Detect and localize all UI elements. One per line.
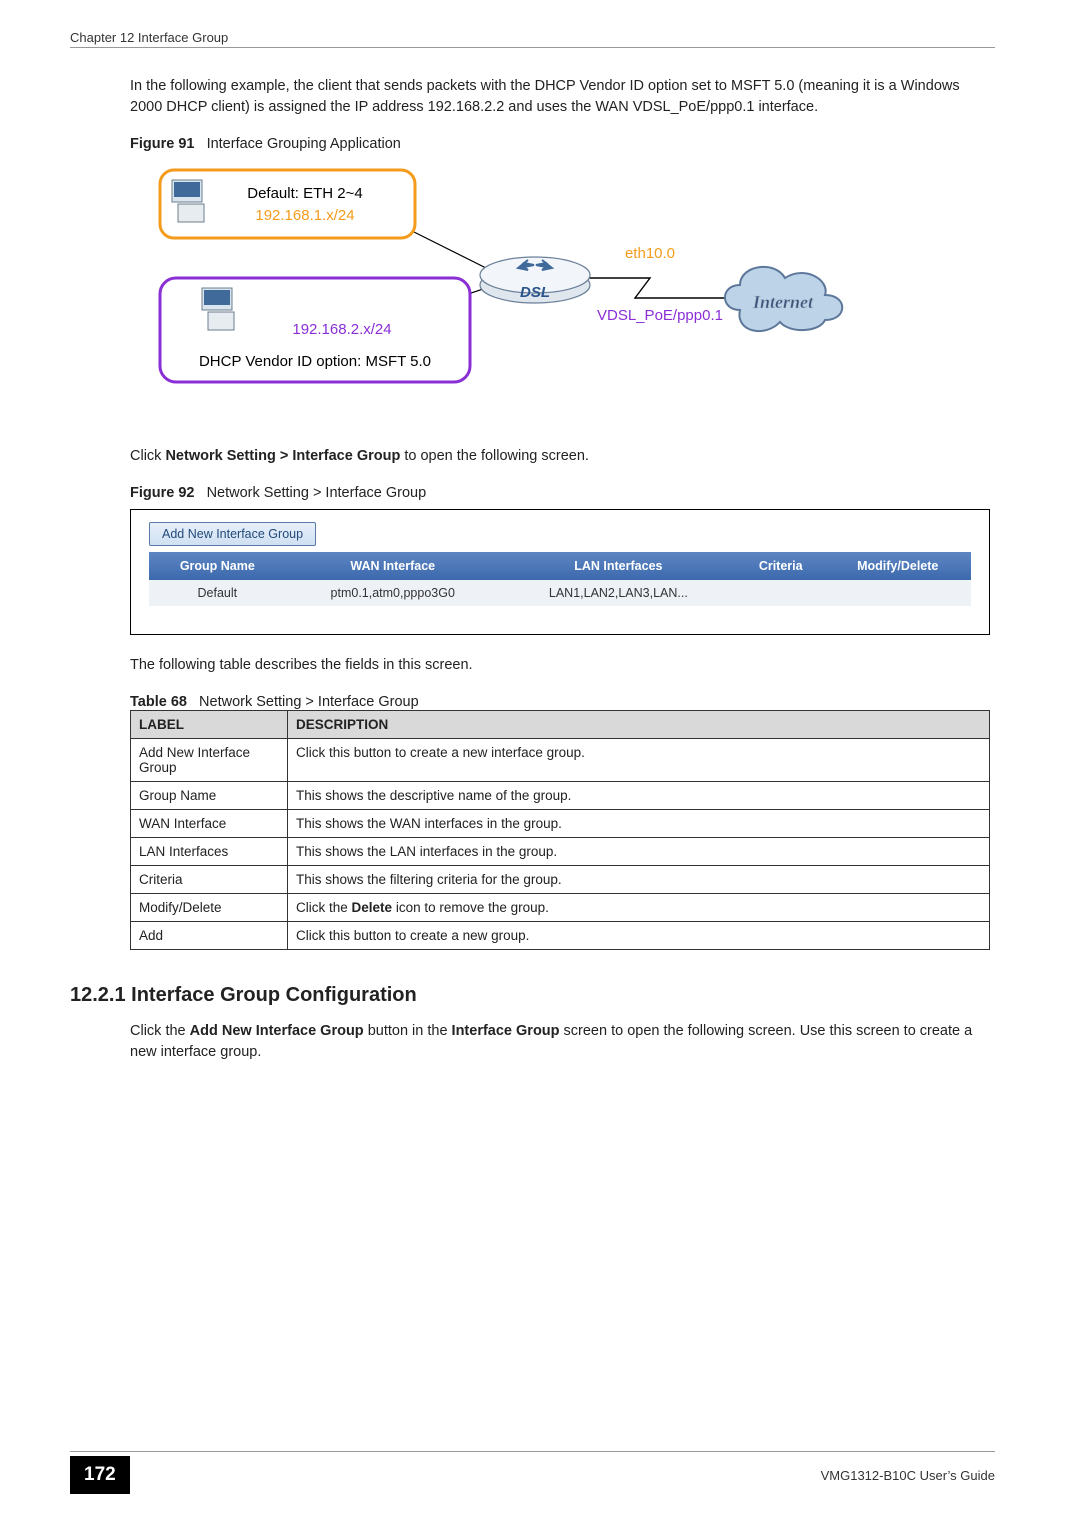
chapter-label: Chapter 12 Interface Group — [70, 30, 228, 45]
table-row: Modify/Delete Click the Delete icon to r… — [131, 894, 990, 922]
col-modify-delete: Modify/Delete — [825, 552, 972, 580]
table-row: Group Name This shows the descriptive na… — [131, 782, 990, 810]
figure92-caption: Figure 92 Network Setting > Interface Gr… — [130, 485, 995, 501]
t68-r1-label: Group Name — [131, 782, 288, 810]
t68-r6-desc: Click this button to create a new group. — [288, 922, 990, 950]
table-row: Criteria This shows the filtering criter… — [131, 866, 990, 894]
page-number: 172 — [70, 1456, 130, 1494]
t68-r2-label: WAN Interface — [131, 810, 288, 838]
box2-line1: 192.168.2.x/24 — [292, 321, 391, 338]
figure92-screenshot: Add New Interface Group Group Name WAN I… — [130, 509, 990, 635]
table68: LABEL DESCRIPTION Add New Interface Grou… — [130, 710, 990, 950]
t68-r3-label: LAN Interfaces — [131, 838, 288, 866]
col-lan-interfaces: LAN Interfaces — [500, 552, 737, 580]
col-group-name: Group Name — [149, 552, 286, 580]
click-sentence: Click Network Setting > Interface Group … — [130, 446, 995, 467]
table-row: WAN Interface This shows the WAN interfa… — [131, 810, 990, 838]
guide-title: VMG1312-B10C User’s Guide — [821, 1468, 995, 1483]
t68-r5-label: Modify/Delete — [131, 894, 288, 922]
section-heading-12-2-1: 12.2.1 Interface Group Configuration — [70, 984, 995, 1007]
t68-r6-label: Add — [131, 922, 288, 950]
click-bold: Network Setting > Interface Group — [165, 448, 400, 464]
eth-label: eth10.0 — [625, 245, 675, 262]
add-new-interface-group-button[interactable]: Add New Interface Group — [149, 522, 316, 546]
intro-paragraph: In the following example, the client tha… — [130, 76, 995, 118]
vdsl-label: VDSL_PoE/ppp0.1 — [597, 307, 723, 324]
figure92-title: Network Setting > Interface Group — [207, 485, 427, 501]
table68-label: Table 68 — [130, 694, 187, 710]
table-row: Add New Interface Group Click this butto… — [131, 739, 990, 782]
table68-title: Network Setting > Interface Group — [199, 694, 419, 710]
col-wan-interface: WAN Interface — [286, 552, 500, 580]
th-label: LABEL — [131, 711, 288, 739]
t68-r2-desc: This shows the WAN interfaces in the gro… — [288, 810, 990, 838]
dsl-label: DSL — [520, 284, 550, 301]
section-12-2-1-paragraph: Click the Add New Interface Group button… — [130, 1021, 995, 1063]
table-row: Default ptm0.1,atm0,pppo3G0 LAN1,LAN2,LA… — [149, 580, 971, 606]
cell-wan: ptm0.1,atm0,pppo3G0 — [286, 580, 500, 606]
cell-modify — [825, 580, 972, 606]
box1-line2: 192.168.1.x/24 — [255, 207, 354, 224]
th-description: DESCRIPTION — [288, 711, 990, 739]
t68-r0-label: Add New Interface Group — [131, 739, 288, 782]
cell-group-name: Default — [149, 580, 286, 606]
figure92-label: Figure 92 — [130, 485, 194, 501]
figure91-caption: Figure 91 Interface Grouping Application — [130, 136, 995, 152]
box1-line1: Default: ETH 2~4 — [247, 185, 362, 202]
t68-r0-desc: Click this button to create a new interf… — [288, 739, 990, 782]
figure91-label: Figure 91 — [130, 136, 194, 152]
table-row: Add Click this button to create a new gr… — [131, 922, 990, 950]
t68-r4-label: Criteria — [131, 866, 288, 894]
table68-caption: Table 68 Network Setting > Interface Gro… — [130, 694, 995, 710]
col-criteria: Criteria — [737, 552, 825, 580]
cell-lan: LAN1,LAN2,LAN3,LAN... — [500, 580, 737, 606]
figure91-title: Interface Grouping Application — [207, 136, 401, 152]
t68-r4-desc: This shows the filtering criteria for th… — [288, 866, 990, 894]
t68-r3-desc: This shows the LAN interfaces in the gro… — [288, 838, 990, 866]
interface-group-table: Group Name WAN Interface LAN Interfaces … — [149, 552, 971, 606]
t68-r1-desc: This shows the descriptive name of the g… — [288, 782, 990, 810]
table-row: LAN Interfaces This shows the LAN interf… — [131, 838, 990, 866]
box2-line2: DHCP Vendor ID option: MSFT 5.0 — [199, 353, 431, 370]
figure91-diagram: Default: ETH 2~4 192.168.1.x/24 192.168.… — [130, 160, 995, 420]
click-prefix: Click — [130, 448, 165, 464]
t68-r5-desc: Click the Delete icon to remove the grou… — [288, 894, 990, 922]
page-header: Chapter 12 Interface Group — [70, 30, 995, 48]
table-intro: The following table describes the fields… — [130, 655, 995, 676]
internet-label: Internet — [752, 292, 814, 312]
click-suffix: to open the following screen. — [400, 448, 589, 464]
page-footer: 172 VMG1312-B10C User’s Guide — [70, 1451, 995, 1494]
cell-criteria — [737, 580, 825, 606]
